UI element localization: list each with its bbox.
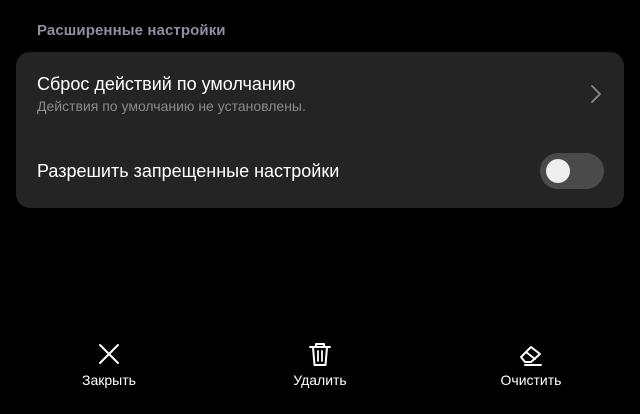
allow-restricted-settings-item[interactable]: Разрешить запрещенные настройки [16,142,624,198]
delete-label: Удалить [293,372,347,388]
toggle-knob [546,159,570,183]
close-icon [99,344,119,364]
chevron-right-icon [591,85,601,103]
bottom-action-bar: Закрыть Удалить Очистить [0,330,640,414]
close-label: Закрыть [82,372,136,388]
delete-button[interactable]: Удалить [265,330,375,394]
section-header-advanced-settings: Расширенные настройки [37,22,226,39]
eraser-icon [520,346,542,366]
close-button[interactable]: Закрыть [54,330,164,394]
allow-restricted-settings-title: Разрешить запрещенные настройки [37,161,340,181]
clear-label: Очистить [500,372,562,388]
reset-default-actions-subtitle: Действия по умолчанию не установлены. [37,98,306,114]
clear-button[interactable]: Очистить [476,330,586,394]
trash-icon [309,343,331,366]
allow-restricted-settings-toggle[interactable] [540,153,604,189]
reset-default-actions-title: Сброс действий по умолчанию [37,74,296,94]
advanced-settings-card: Сброс действий по умолчанию Действия по … [16,52,624,208]
app-info-screen: Расширенные настройки Сброс действий по … [0,0,640,414]
reset-default-actions-item[interactable]: Сброс действий по умолчанию Действия по … [16,52,624,134]
